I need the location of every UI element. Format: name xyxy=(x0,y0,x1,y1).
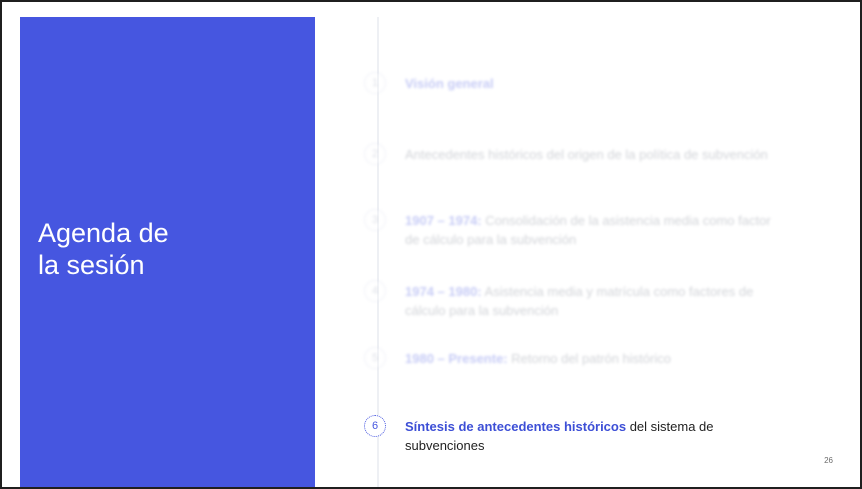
agenda-highlight: 1980 – Presente: xyxy=(405,351,508,366)
agenda-item-text: Antecedentes históricos del origen de la… xyxy=(405,145,775,164)
agenda-number-badge: 5 xyxy=(364,347,386,369)
agenda-item-2: 2 Antecedentes históricos del origen de … xyxy=(364,143,774,189)
agenda-item-text: 1980 – Presente: Retorno del patrón hist… xyxy=(405,349,775,368)
agenda-number-badge: 3 xyxy=(364,209,386,231)
agenda-item-text: 1907 – 1974: Consolidación de la asisten… xyxy=(405,211,775,249)
agenda-item-3: 3 1907 – 1974: Consolidación de la asist… xyxy=(364,209,774,255)
slide: Agenda de la sesión 1 Visión general 2 A… xyxy=(0,0,862,489)
page-number: 26 xyxy=(824,456,833,465)
agenda-rest: Retorno del patrón histórico xyxy=(507,351,671,366)
agenda-item-1: 1 Visión general xyxy=(364,72,774,118)
agenda-item-4: 4 1974 – 1980: Asistencia media y matríc… xyxy=(364,280,774,326)
agenda-item-text: 1974 – 1980: Asistencia media y matrícul… xyxy=(405,282,775,320)
agenda-highlight: 1907 – 1974: xyxy=(405,213,482,228)
title-line-1: Agenda de xyxy=(38,218,169,248)
agenda-item-text: Visión general xyxy=(405,74,775,93)
agenda-number-badge: 1 xyxy=(364,72,386,94)
agenda-highlight: Visión general xyxy=(405,76,494,91)
agenda-rest: Antecedentes históricos del origen de la… xyxy=(405,147,768,162)
agenda-number-badge: 6 xyxy=(364,415,386,437)
agenda-highlight: Síntesis de antecedentes históricos xyxy=(405,419,627,434)
agenda-item-6-current: 6 Síntesis de antecedentes históricos de… xyxy=(364,415,774,461)
agenda-number-badge: 2 xyxy=(364,143,386,165)
agenda-highlight: 1974 – 1980: xyxy=(405,284,482,299)
agenda-number-badge: 4 xyxy=(364,280,386,302)
page-title: Agenda de la sesión xyxy=(38,217,169,281)
agenda-item-text: Síntesis de antecedentes históricos del … xyxy=(405,417,775,455)
title-line-2: la sesión xyxy=(38,250,145,280)
agenda-item-5: 5 1980 – Presente: Retorno del patrón hi… xyxy=(364,347,774,393)
